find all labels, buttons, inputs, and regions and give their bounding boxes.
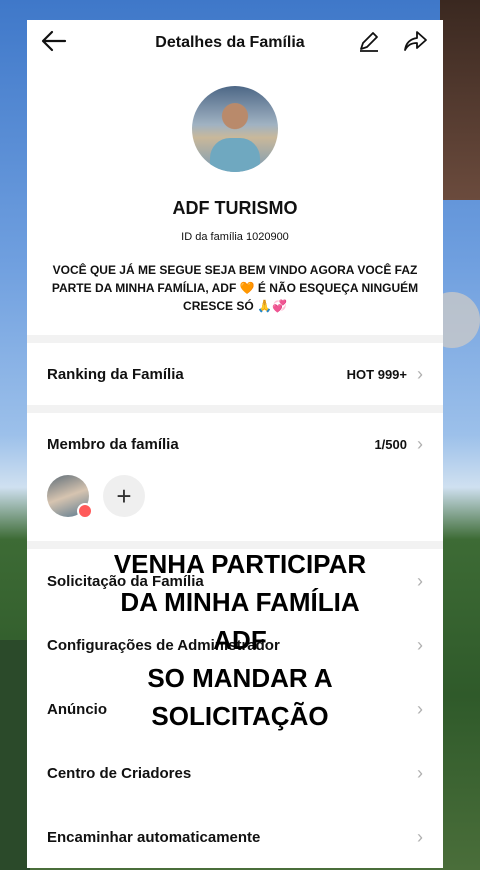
owner-badge-icon <box>77 503 93 519</box>
auto-forward-label: Encaminhar automaticamente <box>47 828 261 846</box>
members-row[interactable]: Membro da família 1/500 › <box>27 413 443 475</box>
add-member-button[interactable]: + <box>103 475 145 517</box>
family-avatar[interactable] <box>192 86 278 172</box>
chevron-right-icon: › <box>417 570 423 591</box>
family-request-row[interactable]: Solicitação da Família › <box>27 549 443 613</box>
background-roof <box>440 0 480 200</box>
chevron-right-icon: › <box>417 363 423 384</box>
members-count: 1/500 <box>374 436 407 452</box>
family-details-panel: Detalhes da Família ADF TURISMO ID da fa… <box>27 20 443 868</box>
admin-settings-row[interactable]: Configurações de Administrador › <box>27 613 443 677</box>
family-bio: VOCÊ QUE JÁ ME SEGUE SEJA BEM VINDO AGOR… <box>51 263 419 313</box>
family-id: ID da família 1020900 <box>181 231 289 243</box>
header-bar: Detalhes da Família <box>27 20 443 66</box>
page-title: Detalhes da Família <box>155 34 305 51</box>
members-label: Membro da família <box>47 435 179 453</box>
family-request-label: Solicitação da Família <box>47 572 204 590</box>
chevron-right-icon: › <box>417 634 423 655</box>
chevron-right-icon: › <box>417 826 423 847</box>
chevron-right-icon: › <box>417 698 423 719</box>
member-avatar[interactable] <box>47 475 93 519</box>
ranking-label: Ranking da Família <box>47 365 184 383</box>
members-avatars: + <box>27 475 443 541</box>
auto-forward-row[interactable]: Encaminhar automaticamente › <box>27 805 443 868</box>
family-name: ADF TURISMO <box>172 198 298 218</box>
ranking-value: HOT 999+ <box>346 366 407 382</box>
background-foliage <box>0 640 30 870</box>
chevron-right-icon: › <box>417 433 423 454</box>
back-icon[interactable] <box>41 30 67 57</box>
creator-center-label: Centro de Criadores <box>47 764 192 782</box>
profile-section: ADF TURISMO ID da família 1020900 VOCÊ Q… <box>27 66 443 335</box>
share-icon[interactable] <box>403 29 429 58</box>
creator-center-row[interactable]: Centro de Criadores › <box>27 741 443 805</box>
ranking-row[interactable]: Ranking da Família HOT 999+ › <box>27 343 443 405</box>
edit-icon[interactable] <box>357 29 381 58</box>
settings-list: Solicitação da Família › Configurações d… <box>27 549 443 868</box>
announcement-label: Anúncio <box>47 700 107 718</box>
chevron-right-icon: › <box>417 762 423 783</box>
admin-settings-label: Configurações de Administrador <box>47 636 280 654</box>
announcement-row[interactable]: Anúncio › <box>27 677 443 741</box>
